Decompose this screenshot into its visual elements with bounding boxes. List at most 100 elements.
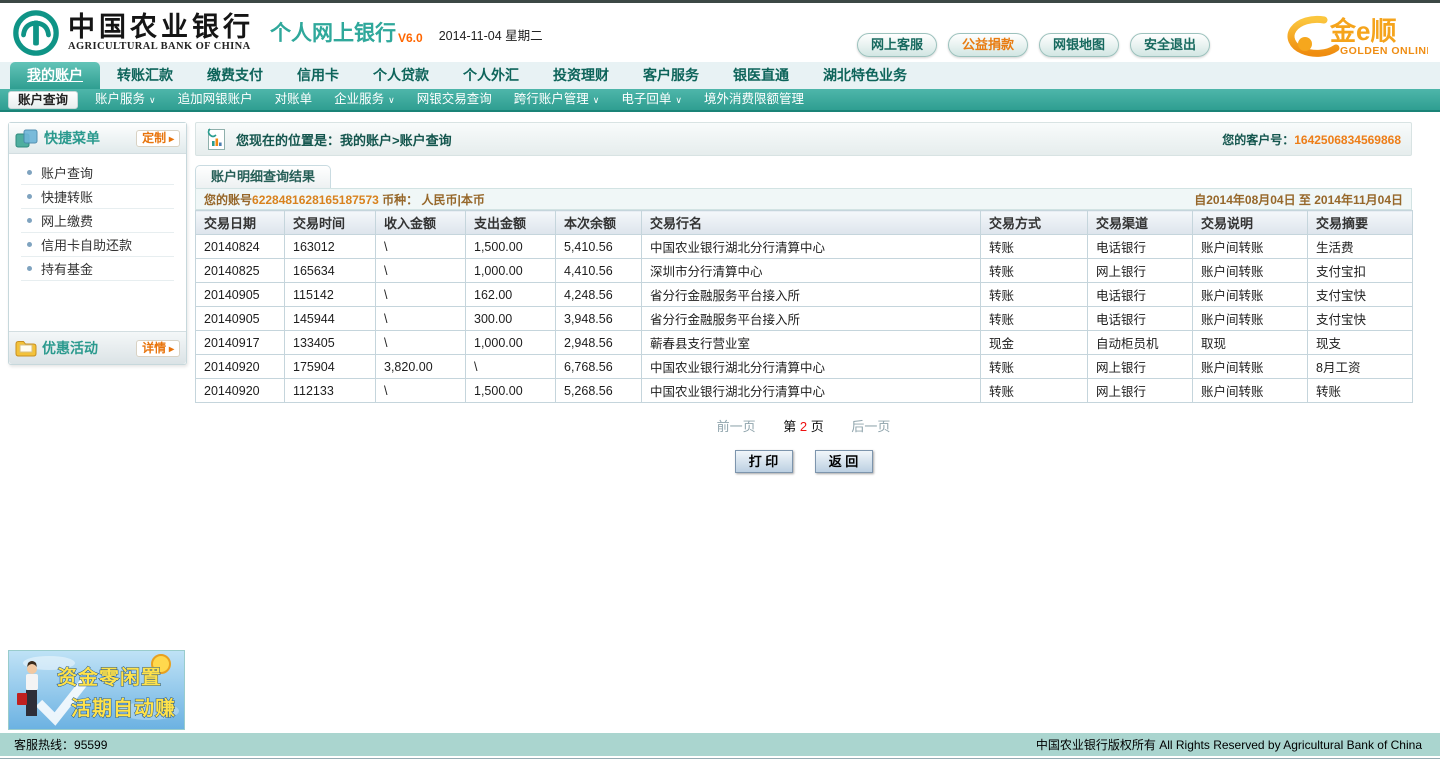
main-tab[interactable]: 个人外汇 [446, 62, 536, 89]
table-row: 20140825 165634 \ 1,000.00 4,410.56 深圳市分行清算中心… [195, 258, 1413, 283]
detail-table: 交易日期 交易时间 收入金额 支出金额 本次余额 交易行名 交易方式 交易渠道 交易说明 交易摘要… [195, 210, 1413, 403]
table-cell: 账户间转账 [1192, 306, 1308, 331]
sidebar-item[interactable]: 账户查询 [21, 161, 174, 185]
column-header: 交易行名 [641, 210, 981, 235]
column-header: 交易摘要 [1307, 210, 1413, 235]
folder-icon [15, 340, 37, 356]
quick-menu-list: 账户查询 快捷转账 网上缴费 信用卡自助还款 持有基金 [9, 154, 186, 285]
logout-button[interactable]: 安全退出 [1129, 33, 1210, 57]
sidebar-item[interactable]: 持有基金 [21, 257, 174, 281]
table-cell: 省分行金融服务平台接入所 [641, 306, 981, 331]
main-tab[interactable]: 信用卡 [280, 62, 356, 89]
subnav-item[interactable]: 境外消费限额管理 [693, 88, 815, 111]
customize-button[interactable]: 定制 ▸ [136, 129, 180, 147]
column-header: 本次余额 [555, 210, 642, 235]
promo-title: 优惠活动 [42, 340, 98, 356]
chevron-down-icon: ∨ [592, 95, 600, 105]
promo-details-button[interactable]: 详情 ▸ [136, 339, 180, 357]
table-cell: 115142 [284, 282, 376, 307]
table-cell: 转账 [980, 234, 1088, 259]
bullet-icon [27, 194, 32, 199]
main-tab[interactable]: 我的账户 [10, 62, 100, 89]
main-tab[interactable]: 湖北特色业务 [806, 62, 924, 89]
hotline: 客服热线：95599 [14, 738, 108, 752]
location-text: 您现在的位置是：我的账户>账户查询 [236, 132, 452, 148]
table-cell: 账户间转账 [1192, 282, 1308, 307]
bank-logo: 中国农业银行 AGRICULTURAL BANK OF CHINA [12, 9, 254, 57]
column-header: 交易时间 [284, 210, 376, 235]
abc-bank-icon [13, 9, 59, 56]
subnav-item[interactable]: 账户服务 ∨ [84, 88, 167, 111]
main-tab[interactable]: 银医直通 [716, 62, 806, 89]
online-service-button[interactable]: 网上客服 [856, 33, 937, 57]
main-tab[interactable]: 投资理财 [536, 62, 626, 89]
table-cell: 5,268.56 [555, 378, 642, 403]
main-tab[interactable]: 个人贷款 [356, 62, 446, 89]
table-cell: 4,410.56 [555, 258, 642, 283]
bank-name-cn: 中国农业银行 [68, 12, 254, 42]
table-cell: 1,500.00 [465, 234, 556, 259]
main-tab[interactable]: 转账汇款 [100, 62, 190, 89]
column-header: 交易日期 [195, 210, 285, 235]
sidebar-item[interactable]: 信用卡自助还款 [21, 233, 174, 257]
banner-line2: 活期自动赚 [71, 696, 176, 720]
subnav-item[interactable]: 对账单 [264, 88, 324, 111]
table-cell: 转账 [980, 282, 1088, 307]
sidebar-item[interactable]: 网上缴费 [21, 209, 174, 233]
current-date: 2014-11-04 星期二 [438, 28, 543, 43]
column-header: 收入金额 [375, 210, 466, 235]
main-tabs: 我的账户 转账汇款 缴费支付 信用卡 个人贷款 个人外汇 投资理财 客户服务 银医直通 湖北特色业… [0, 62, 1440, 89]
subnav-item[interactable]: 企业服务 ∨ [323, 88, 406, 111]
account-info: 您的账号6228481628165187573 币种： 人民币|本币 [204, 192, 485, 207]
table-cell: 支付宝扣 [1307, 258, 1413, 283]
main-tab[interactable]: 客户服务 [626, 62, 716, 89]
subnav-item[interactable]: 追加网银账户 [167, 88, 264, 111]
table-cell: 300.00 [465, 306, 556, 331]
bottom-border [0, 758, 1440, 759]
table-cell: 175904 [284, 354, 376, 379]
quick-menu-header: 快捷菜单 定制 ▸ [9, 123, 186, 154]
subnav-item[interactable]: 网银交易查询 [406, 88, 503, 111]
table-cell: \ [375, 258, 466, 283]
subnav-item[interactable]: 电子回单 ∨ [610, 88, 693, 111]
table-cell: 2,948.56 [555, 330, 642, 355]
table-cell: 20140905 [195, 306, 285, 331]
table-cell: 20140825 [195, 258, 285, 283]
subnav-item[interactable]: 账户查询 [8, 90, 79, 109]
sidebar-item[interactable]: 快捷转账 [21, 185, 174, 209]
prev-page-link[interactable]: 前一页 [717, 419, 756, 434]
next-page-link[interactable]: 后一页 [851, 419, 890, 434]
main-tab[interactable]: 缴费支付 [190, 62, 280, 89]
table-cell: 现支 [1307, 330, 1413, 355]
table-cell: 网上银行 [1087, 258, 1193, 283]
table-cell: 账户间转账 [1192, 354, 1308, 379]
table-cell: 20140920 [195, 354, 285, 379]
version-label: V6.0 [398, 30, 423, 45]
table-cell: 转账 [980, 378, 1088, 403]
tab-detail-results[interactable]: 账户明细查询结果 [195, 165, 332, 188]
print-button[interactable]: 打 印 [734, 450, 793, 473]
table-header-row: 交易日期 交易时间 收入金额 支出金额 本次余额 交易行名 交易方式 交易渠道 交易说明 交易摘要 [195, 210, 1413, 235]
table-cell: 电话银行 [1087, 282, 1193, 307]
bank-map-button[interactable]: 网银地图 [1038, 33, 1119, 57]
table-cell: 1,000.00 [465, 258, 556, 283]
promo-banner[interactable]: 资金零闲置 活期自动赚 [8, 650, 185, 730]
table-cell: \ [375, 330, 466, 355]
table-cell: 162.00 [465, 282, 556, 307]
table-cell: 现金 [980, 330, 1088, 355]
banner-line1: 资金零闲置 [57, 665, 162, 689]
subnav-item[interactable]: 跨行账户管理 ∨ [503, 88, 611, 111]
back-button[interactable]: 返 回 [814, 450, 873, 473]
table-cell: 145944 [284, 306, 376, 331]
table-cell: 电话银行 [1087, 306, 1193, 331]
table-cell: 账户间转账 [1192, 234, 1308, 259]
date-range: 自2014年08月04日 至 2014年11月04日 [1194, 192, 1403, 207]
main-panel: 您现在的位置是：我的账户>账户查询 您的客户号：1642506834569868… [195, 122, 1413, 473]
table-cell: 8月工资 [1307, 354, 1413, 379]
brand-subtext: GOLDEN ONLINE [1340, 45, 1428, 57]
table-row: 20140824 163012 \ 1,500.00 5,410.56 中国农业银行湖北分… [195, 234, 1413, 259]
donation-button[interactable]: 公益捐款 [947, 33, 1028, 57]
account-info-bar: 您的账号6228481628165187573 币种： 人民币|本币 自2014… [195, 188, 1412, 210]
table-cell: 取现 [1192, 330, 1308, 355]
